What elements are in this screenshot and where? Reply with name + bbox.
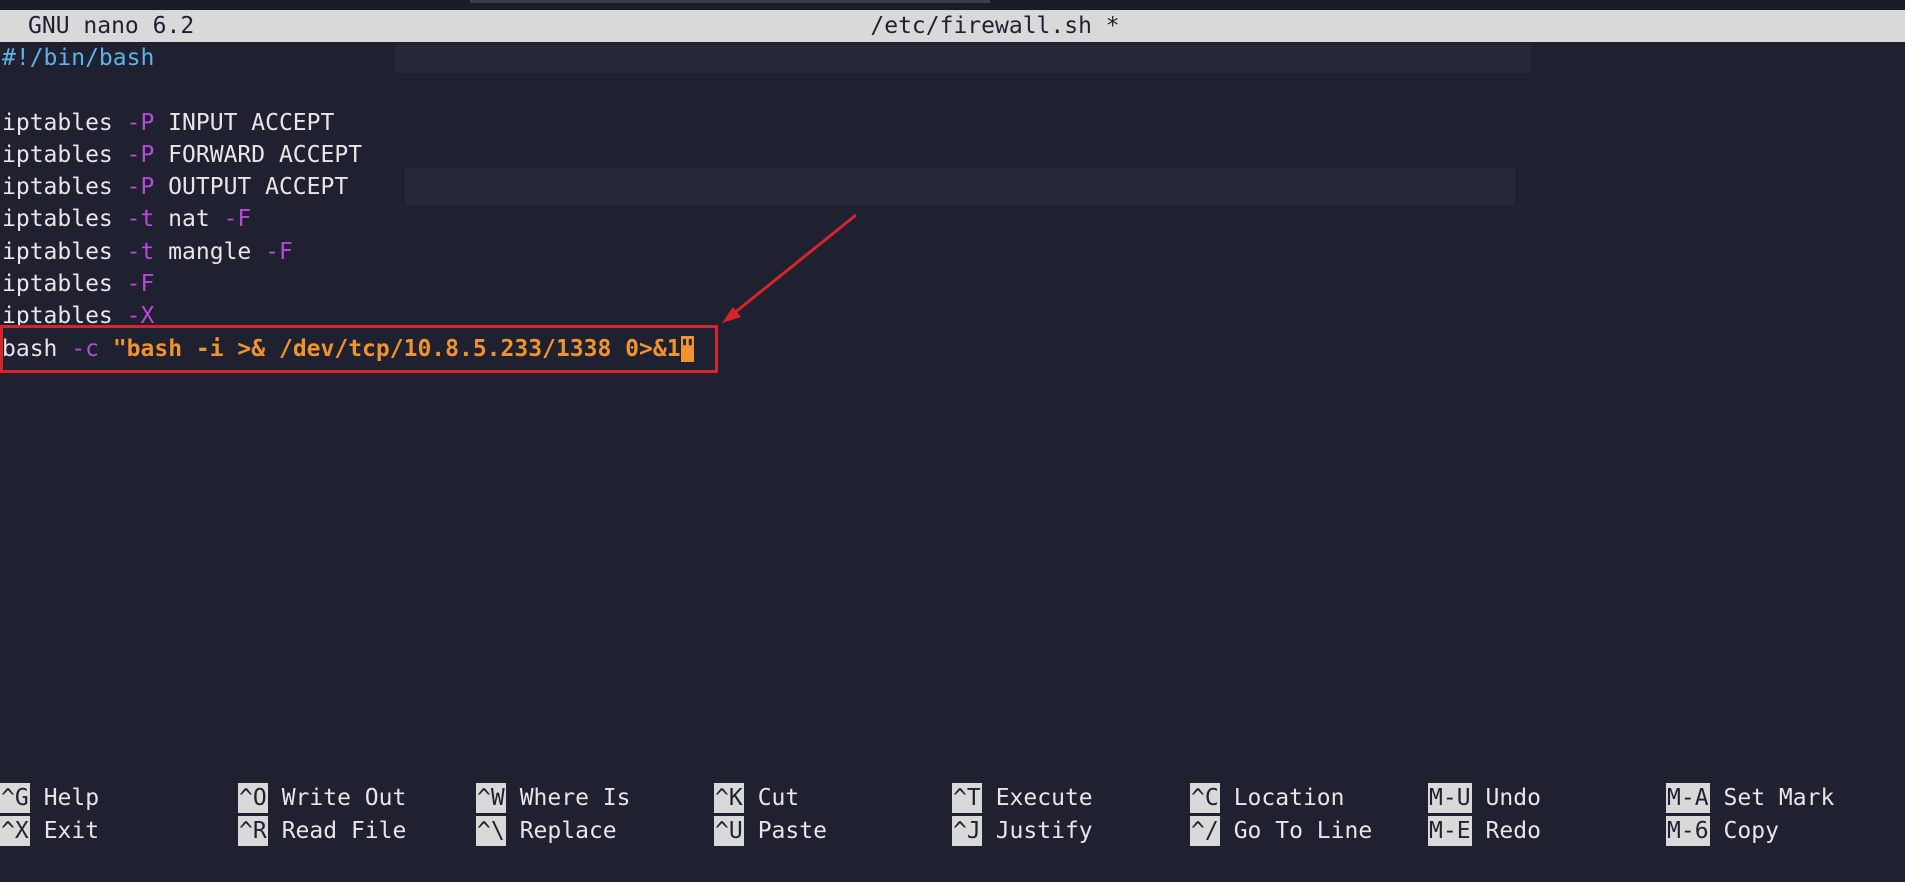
shortcut-execute[interactable]: ^T Execute xyxy=(952,783,1093,813)
shortcut-go-to-line[interactable]: ^/ Go To Line xyxy=(1190,816,1372,846)
shortcut-key: M-6 xyxy=(1666,816,1710,846)
shortcut-copy[interactable]: M-6 Copy xyxy=(1666,816,1779,846)
shortcut-label: Set Mark xyxy=(1723,785,1835,811)
shortcut-label: Redo xyxy=(1485,818,1541,844)
shortcut-label: Write Out xyxy=(281,785,407,811)
shortcut-help[interactable]: ^G Help xyxy=(0,783,99,813)
shortcut-write-out[interactable]: ^O Write Out xyxy=(238,783,406,813)
shortcut-exit[interactable]: ^X Exit xyxy=(0,816,99,846)
shortcut-label: Justify xyxy=(995,818,1093,844)
shortcut-label: Help xyxy=(43,785,100,811)
shortcut-redo[interactable]: M-E Redo xyxy=(1428,816,1541,846)
shortcut-replace[interactable]: ^\ Replace xyxy=(476,816,617,846)
shortcut-key: ^T xyxy=(952,783,982,813)
shortcut-label: Execute xyxy=(995,785,1093,811)
shortcut-label: Go To Line xyxy=(1233,818,1373,844)
shortcut-key: ^K xyxy=(714,783,744,813)
shortcut-label: Cut xyxy=(757,785,800,811)
shortcut-label: Undo xyxy=(1485,785,1541,811)
shortcut-label: Replace xyxy=(519,818,617,844)
shortcut-key: ^W xyxy=(476,783,506,813)
shortcut-key: ^R xyxy=(238,816,268,846)
shortcut-label: Location xyxy=(1233,785,1345,811)
shortcut-set-mark[interactable]: M-A Set Mark xyxy=(1666,783,1834,813)
shortcut-key: ^O xyxy=(238,783,268,813)
shortcut-key: ^X xyxy=(0,816,30,846)
shortcut-paste[interactable]: ^U Paste xyxy=(714,816,827,846)
shortcut-key: ^G xyxy=(0,783,30,813)
shortcut-key: M-U xyxy=(1428,783,1472,813)
shortcut-location[interactable]: ^C Location xyxy=(1190,783,1344,813)
shortcut-label: Paste xyxy=(757,818,827,844)
shortcut-key: ^C xyxy=(1190,783,1220,813)
shortcut-key: M-A xyxy=(1666,783,1710,813)
shortcut-key: ^/ xyxy=(1190,816,1220,846)
shortcut-label: Copy xyxy=(1723,818,1779,844)
shortcut-key: M-E xyxy=(1428,816,1472,846)
shortcut-label: Exit xyxy=(43,818,100,844)
shortcut-cut[interactable]: ^K Cut xyxy=(714,783,799,813)
annotation-arrow xyxy=(722,213,857,323)
shortcut-label: Read File xyxy=(281,818,407,844)
shortcut-undo[interactable]: M-U Undo xyxy=(1428,783,1541,813)
shortcut-key: ^U xyxy=(714,816,744,846)
shortcut-read-file[interactable]: ^R Read File xyxy=(238,816,406,846)
shortcut-key: ^J xyxy=(952,816,982,846)
shortcut-justify[interactable]: ^J Justify xyxy=(952,816,1093,846)
shortcut-key: ^\ xyxy=(476,816,506,846)
shortcut-label: Where Is xyxy=(519,785,631,811)
shortcut-where-is[interactable]: ^W Where Is xyxy=(476,783,630,813)
